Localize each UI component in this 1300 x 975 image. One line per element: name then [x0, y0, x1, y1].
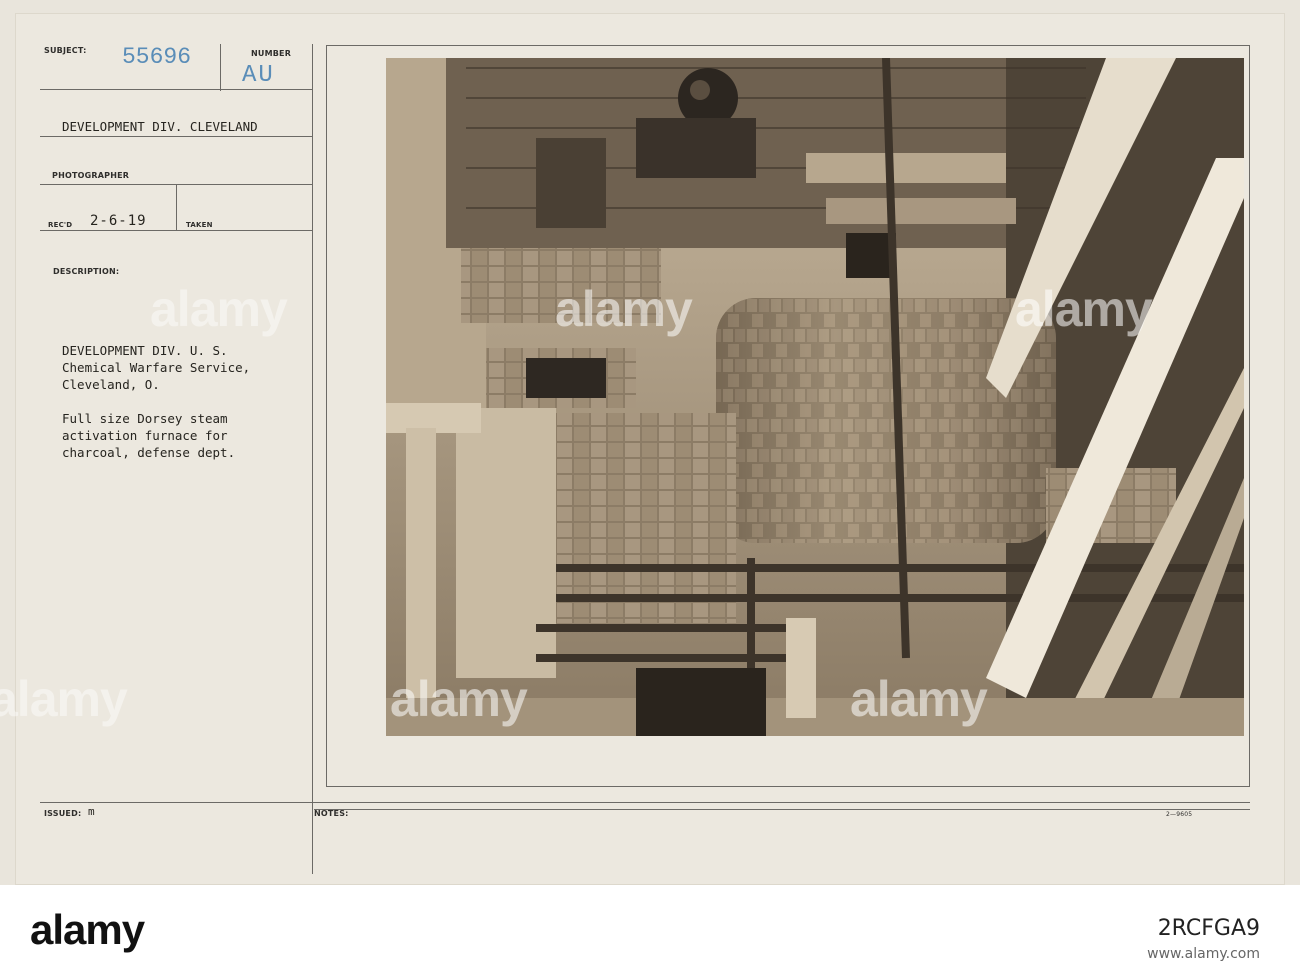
recd-date: 2-6-19: [90, 213, 147, 229]
divider-footer-second: [314, 809, 1250, 810]
divider-footer-top: [40, 802, 1250, 803]
recd-label: REC'D: [48, 221, 73, 229]
divider-subject-vertical: [220, 44, 221, 91]
form-number: 2—9605: [1166, 811, 1193, 818]
brand-logo[interactable]: alamy: [30, 906, 145, 954]
divider-recd-bottom: [40, 230, 312, 231]
image-id: 2RCFGA9: [1157, 916, 1260, 941]
description-line: charcoal, defense dept.: [62, 445, 236, 460]
number-value: AU: [242, 62, 275, 89]
watermark-text: alamy: [850, 671, 988, 727]
description-label: DESCRIPTION:: [53, 267, 120, 276]
issued-label: ISSUED:: [44, 809, 82, 818]
divider-column-vertical: [312, 44, 313, 874]
description-line: Chemical Warfare Service,: [62, 360, 251, 375]
divider-division-bottom: [40, 136, 312, 137]
description-block: DEVELOPMENT DIV. U. S. Chemical Warfare …: [62, 342, 250, 461]
description-line: Cleveland, O.: [62, 377, 160, 392]
division-text: DEVELOPMENT DIV. CLEVELAND: [62, 119, 258, 134]
watermark-text: alamy: [150, 281, 288, 337]
furnace-scene: [386, 58, 1244, 736]
watermark-text: alamy: [390, 671, 528, 727]
description-line: Full size Dorsey steam: [62, 411, 228, 426]
photographer-label: PHOTOGRAPHER: [52, 171, 130, 180]
brand-url[interactable]: www.alamy.com: [1147, 946, 1260, 962]
watermark-text: alamy: [555, 281, 693, 337]
divider-recd-vertical: [176, 184, 177, 230]
watermark-text: alamy: [0, 671, 128, 727]
taken-label: TAKEN: [186, 221, 213, 229]
description-line: activation furnace for: [62, 428, 228, 443]
divider-header-bottom: [40, 89, 312, 90]
description-line: [62, 393, 250, 410]
watermark-text: alamy: [1015, 281, 1153, 337]
issued-value: m: [88, 805, 95, 818]
subject-label: SUBJECT:: [44, 46, 87, 55]
number-label: NUMBER: [251, 49, 292, 58]
description-line: DEVELOPMENT DIV. U. S.: [62, 343, 228, 358]
furnace-photograph: [386, 58, 1244, 736]
subject-number: 55696: [122, 44, 192, 70]
notes-label: NOTES:: [314, 809, 349, 818]
bottom-bar: [0, 885, 1300, 975]
